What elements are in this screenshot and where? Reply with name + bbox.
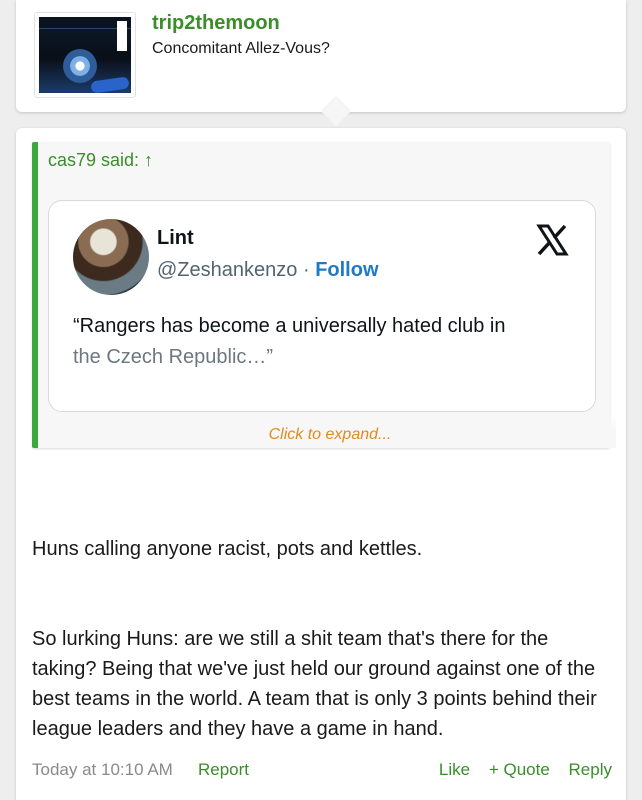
tweet-author-name[interactable]: Lint: [157, 227, 194, 250]
tweet-text-line2: the Czech Republic…”: [73, 346, 274, 368]
album-number: [117, 21, 127, 51]
album-disc: [63, 49, 97, 83]
quote-attribution-link[interactable]: cas79 said: ↑: [48, 150, 153, 171]
post-footer: Today at 10:10 AM Report Like + Quote Re…: [32, 760, 612, 784]
tweet-handle[interactable]: @Zeshankenzo: [157, 259, 297, 281]
message-paragraph-1: Huns calling anyone racist, pots and ket…: [32, 538, 423, 560]
reply-button[interactable]: Reply: [569, 760, 612, 779]
embedded-tweet[interactable]: Lint @Zeshankenzo · Follow “Rangers has …: [48, 200, 596, 412]
tweet-separator: ·: [302, 259, 310, 281]
x-logo-svg: [536, 224, 569, 256]
x-logo-icon[interactable]: [535, 223, 569, 257]
tweet-text-line1: “Rangers has become a universally hated …: [73, 315, 506, 337]
tweet-text: “Rangers has become a universally hated …: [73, 311, 583, 373]
user-avatar[interactable]: [34, 12, 136, 98]
quote-button[interactable]: + Quote: [489, 760, 550, 779]
user-title: Concomitant Allez-Vous?: [152, 40, 330, 57]
poster-header-card: trip2themoon Concomitant Allez-Vous?: [16, 0, 626, 127]
report-link[interactable]: Report: [198, 760, 249, 780]
card-pointer: [321, 97, 351, 127]
post-card: cas79 said: ↑ Lint @Zeshankenzo · Follow…: [16, 128, 626, 800]
album-cover-avatar-icon: [39, 17, 131, 93]
post-actions: Like + Quote Reply: [425, 760, 612, 780]
username-link[interactable]: trip2themoon: [152, 12, 280, 35]
follow-button[interactable]: Follow: [315, 259, 378, 281]
album-logo: [90, 76, 130, 93]
expand-label[interactable]: Click to expand...: [269, 426, 392, 443]
expand-quote[interactable]: Click to expand...: [44, 418, 616, 448]
quote-block: cas79 said: ↑ Lint @Zeshankenzo · Follow…: [32, 142, 616, 448]
like-button[interactable]: Like: [439, 760, 470, 779]
message-paragraph-2: So lurking Huns: are we still a shit tea…: [32, 628, 597, 740]
tweet-handle-row: @Zeshankenzo · Follow: [157, 259, 379, 282]
post-timestamp[interactable]: Today at 10:10 AM: [32, 760, 173, 780]
message-body: Huns calling anyone racist, pots and ket…: [32, 534, 612, 744]
tweet-avatar[interactable]: [73, 219, 149, 295]
